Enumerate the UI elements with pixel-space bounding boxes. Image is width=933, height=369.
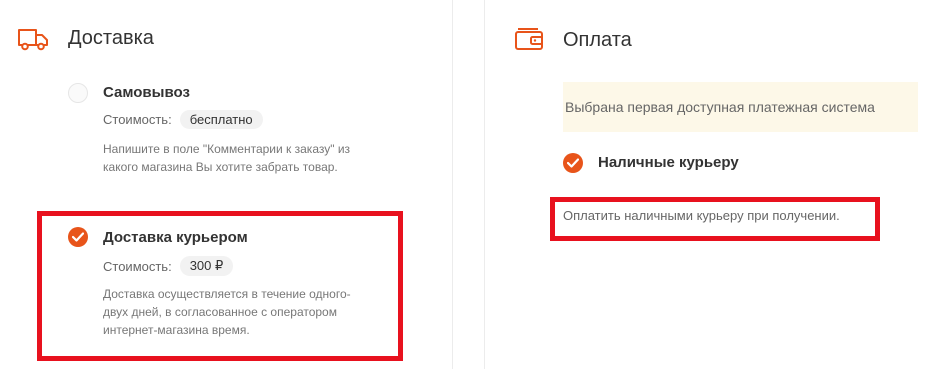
- cash-courier-radio[interactable]: [563, 153, 583, 173]
- pickup-radio[interactable]: [68, 83, 88, 103]
- payment-notice-text: Выбрана первая доступная платежная систе…: [565, 99, 875, 115]
- pickup-option-title[interactable]: Самовывоз: [103, 84, 190, 101]
- payment-notice: Выбрана первая доступная платежная систе…: [563, 82, 918, 132]
- wallet-icon: [514, 25, 544, 56]
- cash-courier-option-title[interactable]: Наличные курьеру: [598, 154, 739, 171]
- payment-section-title: Оплата: [563, 29, 632, 51]
- column-divider-left: [452, 0, 453, 369]
- truck-icon: [17, 27, 49, 56]
- pickup-cost-label: Стоимость:: [103, 112, 172, 127]
- column-divider-right: [484, 0, 485, 369]
- pickup-cost-badge: бесплатно: [179, 110, 263, 129]
- pickup-cost-row: Стоимость: бесплатно: [103, 110, 263, 129]
- pickup-description: Напишите в поле "Комментарии к заказу" и…: [103, 142, 351, 174]
- payment-highlight-box: [550, 197, 880, 241]
- checkmark-icon: [567, 158, 579, 168]
- delivery-section-title: Доставка: [68, 27, 154, 49]
- courier-highlight-box: [37, 211, 403, 361]
